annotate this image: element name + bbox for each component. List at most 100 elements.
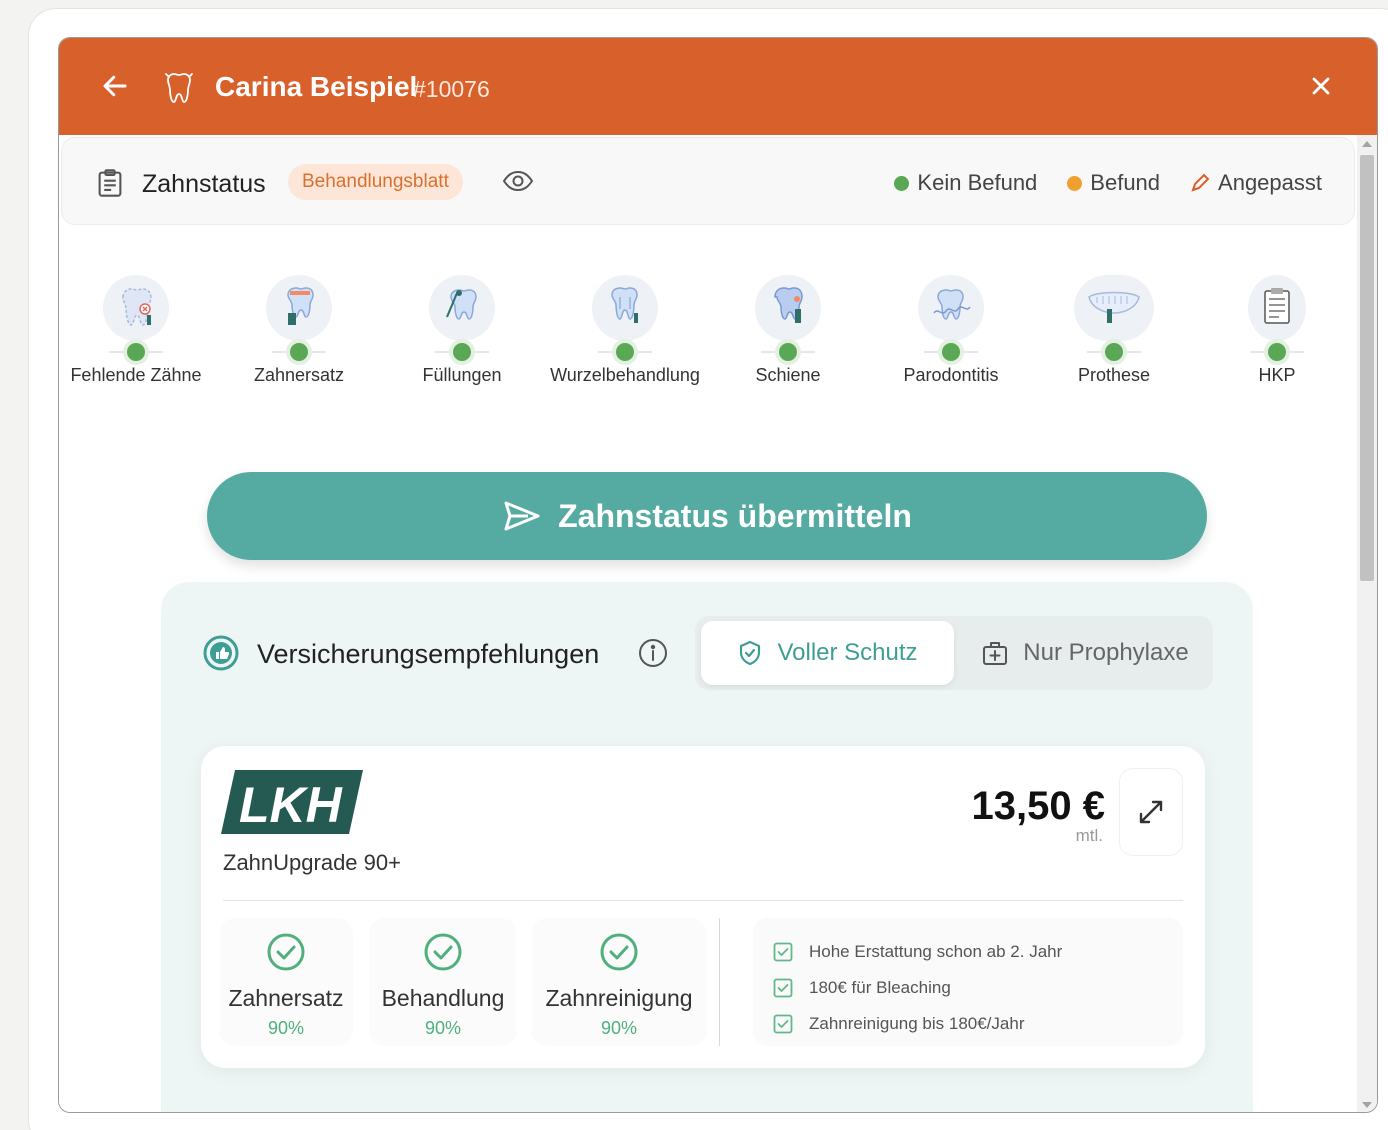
gum-icon xyxy=(918,275,984,341)
tariff-features: Hohe Erstattung schon ab 2. Jahr 180€ fü… xyxy=(753,918,1183,1046)
checkbox-icon xyxy=(773,978,793,998)
arrow-left-icon xyxy=(103,75,127,97)
submit-label: Zahnstatus übermitteln xyxy=(558,497,912,534)
legend-angepasst: Angepasst xyxy=(1190,170,1322,196)
coverage-behandlung: Behandlung 90% xyxy=(369,918,517,1046)
pencil-icon xyxy=(1191,173,1210,192)
submit-zahnstatus-button[interactable]: Zahnstatus übermitteln xyxy=(207,472,1207,560)
coverage-label: Zahnersatz xyxy=(228,985,344,1011)
vertical-divider xyxy=(719,918,720,1046)
eye-icon[interactable] xyxy=(502,169,534,193)
category-wurzelbehandlung[interactable]: Wurzelbehandlung xyxy=(543,275,707,386)
tooth-icon xyxy=(165,73,193,103)
nur-prophylaxe-tab[interactable]: Nur Prophylaxe xyxy=(963,621,1207,685)
behandlungsblatt-badge[interactable]: Behandlungsblatt xyxy=(288,164,463,200)
status-dot xyxy=(942,343,960,361)
coverage-toggle: Voller Schutz Nur Prophylaxe xyxy=(695,616,1213,690)
modal-content: Zahnstatus Behandlungsblatt Kein Befund … xyxy=(59,135,1357,1112)
segment-label: Nur Prophylaxe xyxy=(1023,639,1189,666)
status-dot xyxy=(779,343,797,361)
treatment-categories: Fehlende Zähne Zahnersatz Füllungen Wurz… xyxy=(59,275,1357,405)
feature-text: 180€ für Bleaching xyxy=(809,978,951,997)
checkbox-icon xyxy=(773,942,793,962)
category-schiene[interactable]: Schiene xyxy=(706,275,870,386)
category-parodontitis[interactable]: Parodontitis xyxy=(869,275,1033,386)
clipboard-icon xyxy=(98,169,122,197)
check-circle-icon xyxy=(267,933,305,971)
coverage-zahnreinigung: Zahnreinigung 90% xyxy=(531,918,707,1046)
coverage-zahnersatz: Zahnersatz 90% xyxy=(219,918,353,1046)
category-label: Füllungen xyxy=(422,365,502,385)
feature-item: Zahnreinigung bis 180€/Jahr xyxy=(773,1006,1183,1042)
tariff-price: 13,50 € xyxy=(971,784,1105,828)
status-dot xyxy=(453,343,471,361)
category-label: Schiene xyxy=(755,365,821,385)
send-icon xyxy=(504,501,540,531)
expand-button[interactable] xyxy=(1119,768,1183,856)
coverage-percent: 90% xyxy=(424,1018,462,1038)
svg-text:LKH: LKH xyxy=(239,777,343,833)
category-label: Zahnersatz xyxy=(253,365,345,385)
category-fuellungen[interactable]: Füllungen xyxy=(380,275,544,386)
status-legend: Kein Befund Befund Angepasst xyxy=(894,170,1322,196)
category-fehlende-zaehne[interactable]: Fehlende Zähne xyxy=(59,275,218,386)
status-dot xyxy=(1105,343,1123,361)
lkh-logo: LKH xyxy=(221,770,363,834)
feature-item: Hohe Erstattung schon ab 2. Jahr xyxy=(773,934,1183,970)
close-button[interactable] xyxy=(1303,68,1339,104)
category-label: Wurzelbehandlung xyxy=(550,365,700,385)
thumbs-up-icon xyxy=(203,635,239,671)
medical-kit-icon xyxy=(983,642,1008,665)
tariff-name: ZahnUpgrade 90+ xyxy=(223,850,401,875)
orange-dot-icon xyxy=(1067,175,1083,191)
checkbox-icon xyxy=(773,1014,793,1034)
zahnstatus-bar: Zahnstatus Behandlungsblatt Kein Befund … xyxy=(61,137,1355,225)
info-icon[interactable] xyxy=(637,637,669,669)
legend-label: Befund xyxy=(1090,170,1161,195)
insurance-recommendations-panel: Versicherungsempfehlungen Voller Schutz … xyxy=(161,582,1253,1112)
voller-schutz-tab[interactable]: Voller Schutz xyxy=(701,621,954,685)
coverage-label: Behandlung xyxy=(381,985,505,1011)
category-label: Prothese xyxy=(1077,365,1151,385)
insurance-title: Versicherungsempfehlungen xyxy=(257,639,600,669)
missing-tooth-icon xyxy=(103,275,169,341)
patient-modal: Carina Beispiel #10076 Zahnstatus Behand… xyxy=(58,37,1378,1113)
denture-icon xyxy=(266,275,332,341)
scroll-up-arrow-icon[interactable] xyxy=(1362,141,1372,147)
category-label: HKP xyxy=(1258,365,1296,385)
shield-check-icon xyxy=(740,640,761,666)
modal-header: Carina Beispiel #10076 xyxy=(59,38,1377,135)
feature-item: 180€ für Bleaching xyxy=(773,970,1183,1006)
segment-label: Voller Schutz xyxy=(777,639,918,666)
vertical-scrollbar[interactable] xyxy=(1357,135,1377,1112)
category-label: Fehlende Zähne xyxy=(70,365,202,385)
category-zahnersatz[interactable]: Zahnersatz xyxy=(217,275,381,386)
expand-icon xyxy=(1139,800,1163,824)
status-dot xyxy=(290,343,308,361)
category-label: Parodontitis xyxy=(903,365,999,385)
coverage-percent: 90% xyxy=(600,1018,638,1038)
legend-befund: Befund xyxy=(1067,170,1160,196)
splint-icon xyxy=(755,275,821,341)
card-divider xyxy=(223,900,1183,901)
prosthesis-icon xyxy=(1074,275,1154,341)
patient-id: #10076 xyxy=(413,76,490,102)
zahnstatus-title: Zahnstatus xyxy=(142,170,266,198)
status-dot xyxy=(1268,343,1286,361)
category-hkp[interactable]: HKP xyxy=(1195,275,1357,386)
coverage-label: Zahnreinigung xyxy=(545,985,693,1011)
price-unit: mtl. xyxy=(1075,826,1103,845)
green-dot-icon xyxy=(894,175,910,191)
category-prothese[interactable]: Prothese xyxy=(1032,275,1196,386)
legend-label: Kein Befund xyxy=(917,170,1038,195)
scroll-down-arrow-icon[interactable] xyxy=(1362,1102,1372,1108)
check-circle-icon xyxy=(424,933,462,971)
filling-icon xyxy=(429,275,495,341)
scroll-thumb[interactable] xyxy=(1360,155,1374,581)
legend-label: Angepasst xyxy=(1218,170,1322,195)
patient-name: Carina Beispiel xyxy=(215,71,418,102)
status-dot xyxy=(127,343,145,361)
feature-text: Zahnreinigung bis 180€/Jahr xyxy=(809,1014,1025,1033)
back-button[interactable] xyxy=(97,68,133,104)
legend-kein-befund: Kein Befund xyxy=(894,170,1037,196)
